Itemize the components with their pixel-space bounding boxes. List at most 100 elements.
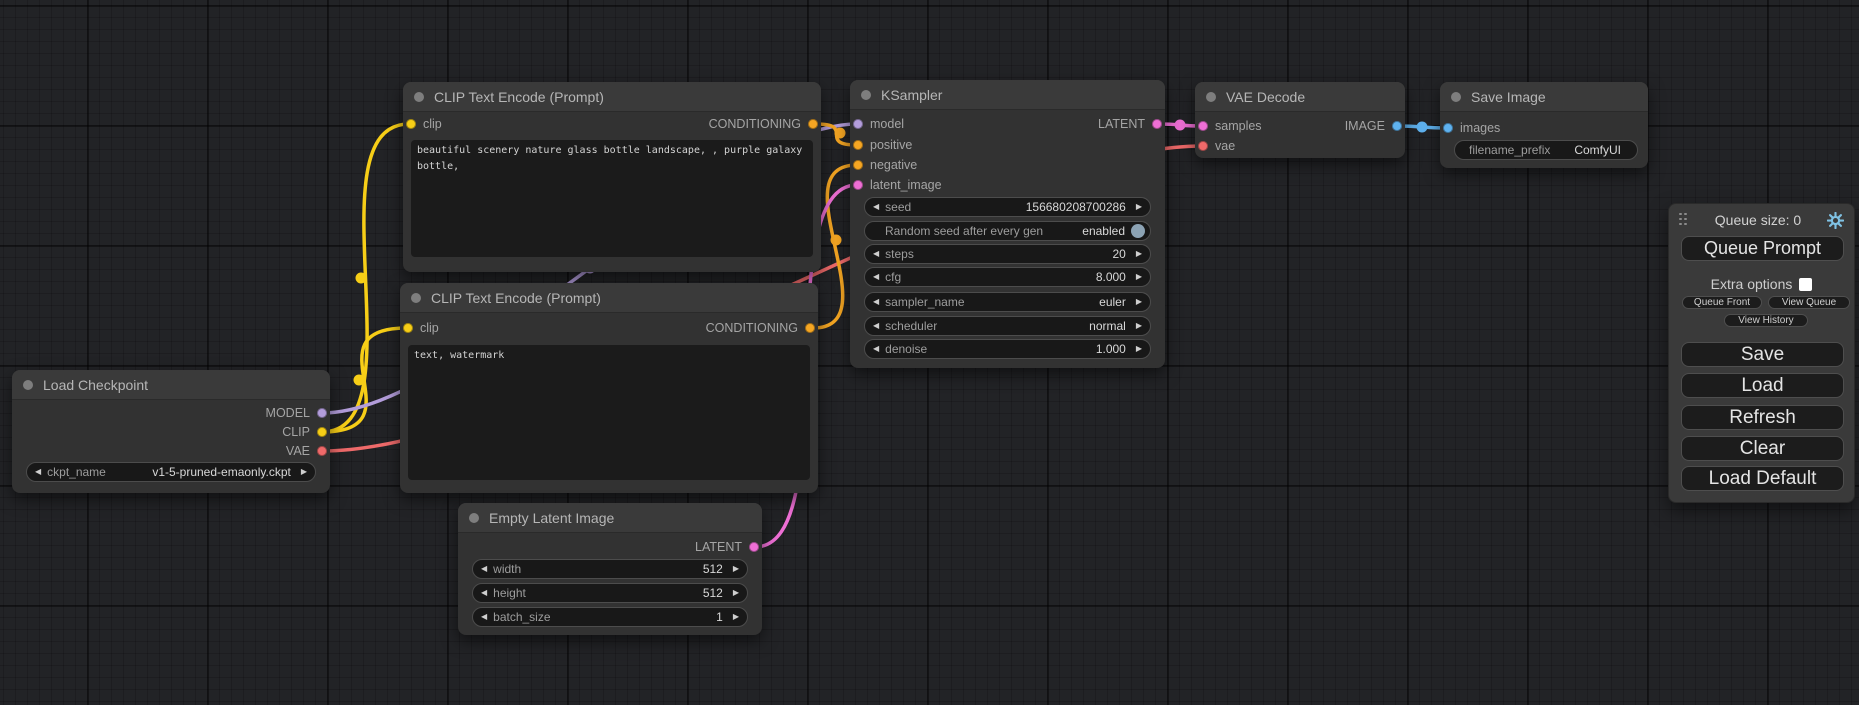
collapse-dot-icon[interactable] — [861, 90, 871, 100]
decrement-arrow-icon[interactable]: ◀ — [873, 273, 879, 281]
drag-handle-icon[interactable] — [1679, 213, 1689, 228]
cfg-widget[interactable]: ◀ cfg 8.000 ▶ — [864, 267, 1151, 287]
node-title-bar[interactable]: Load Checkpoint — [12, 370, 330, 400]
collapse-dot-icon[interactable] — [1451, 92, 1461, 102]
decrement-arrow-icon[interactable]: ◀ — [873, 250, 879, 258]
latent-port-icon[interactable] — [1152, 119, 1162, 129]
increment-arrow-icon[interactable]: ▶ — [301, 468, 307, 476]
increment-arrow-icon[interactable]: ▶ — [1136, 345, 1142, 353]
output-slot-conditioning: CONDITIONING — [706, 319, 818, 337]
decrement-arrow-icon[interactable]: ◀ — [873, 322, 879, 330]
settings-gear-icon[interactable] — [1827, 212, 1844, 229]
increment-arrow-icon[interactable]: ▶ — [733, 613, 739, 621]
decrement-arrow-icon[interactable]: ◀ — [873, 345, 879, 353]
view-queue-button[interactable]: View Queue — [1768, 296, 1850, 309]
steps-widget[interactable]: ◀ steps 20 ▶ — [864, 244, 1151, 264]
node-title-bar[interactable]: CLIP Text Encode (Prompt) — [403, 82, 821, 112]
increment-arrow-icon[interactable]: ▶ — [1136, 273, 1142, 281]
comfyui-canvas[interactable]: { "colors": { "model": "#b39ddb", "clip"… — [0, 0, 1859, 705]
widget-value: 8.000 — [1096, 270, 1126, 284]
increment-arrow-icon[interactable]: ▶ — [1136, 322, 1142, 330]
node-title: KSampler — [881, 87, 942, 103]
width-widget[interactable]: ◀ width 512 ▶ — [472, 559, 748, 579]
widget-label: denoise — [885, 342, 927, 356]
increment-arrow-icon[interactable]: ▶ — [1136, 298, 1142, 306]
widget-label: seed — [885, 200, 911, 214]
queue-menu-panel: Queue size: 0 Queue Prompt Extra options… — [1668, 203, 1855, 503]
latent-port-icon[interactable] — [853, 180, 863, 190]
increment-arrow-icon[interactable]: ▶ — [733, 565, 739, 573]
conditioning-port-icon[interactable] — [853, 140, 863, 150]
increment-arrow-icon[interactable]: ▶ — [1136, 250, 1142, 258]
clip-port-icon[interactable] — [403, 323, 413, 333]
slot-label: images — [1460, 121, 1500, 135]
decrement-arrow-icon[interactable]: ◀ — [873, 298, 879, 306]
node-title-bar[interactable]: KSampler — [850, 80, 1165, 110]
conditioning-port-icon[interactable] — [805, 323, 815, 333]
scheduler-widget[interactable]: ◀ scheduler normal ▶ — [864, 316, 1151, 336]
image-port-icon[interactable] — [1392, 121, 1402, 131]
input-slot-clip: clip — [403, 115, 442, 133]
node-title-bar[interactable]: VAE Decode — [1195, 82, 1405, 112]
increment-arrow-icon[interactable]: ▶ — [733, 589, 739, 597]
save-button[interactable]: Save — [1681, 342, 1844, 367]
clip-port-icon[interactable] — [406, 119, 416, 129]
output-slot-conditioning: CONDITIONING — [709, 115, 821, 133]
clip-port-icon[interactable] — [317, 427, 327, 437]
increment-arrow-icon[interactable]: ▶ — [1136, 203, 1142, 211]
model-port-icon[interactable] — [317, 408, 327, 418]
filename-prefix-widget[interactable]: filename_prefix ComfyUI — [1454, 140, 1638, 160]
link-midpoint-dot — [835, 128, 846, 139]
decrement-arrow-icon[interactable]: ◀ — [481, 589, 487, 597]
node-title-bar[interactable]: CLIP Text Encode (Prompt) — [400, 283, 818, 313]
widget-label: steps — [885, 247, 914, 261]
widget-label: Random seed after every gen — [885, 224, 1043, 238]
node-title: CLIP Text Encode (Prompt) — [434, 89, 604, 105]
latent-port-icon[interactable] — [1198, 121, 1208, 131]
decrement-arrow-icon[interactable]: ◀ — [873, 203, 879, 211]
decrement-arrow-icon[interactable]: ◀ — [35, 468, 41, 476]
node-title-bar[interactable]: Empty Latent Image — [458, 503, 762, 533]
extra-options-row: Extra options — [1669, 276, 1854, 292]
seed-widget[interactable]: ◀ seed 156680208700286 ▶ — [864, 197, 1151, 217]
widget-value: euler — [1099, 295, 1126, 309]
conditioning-port-icon[interactable] — [853, 160, 863, 170]
sampler-name-widget[interactable]: ◀ sampler_name euler ▶ — [864, 292, 1151, 312]
queue-prompt-button[interactable]: Queue Prompt — [1681, 236, 1844, 261]
positive-prompt-textarea[interactable]: beautiful scenery nature glass bottle la… — [411, 140, 813, 257]
node-clip-text-encode-negative: CLIP Text Encode (Prompt) clip CONDITION… — [400, 283, 818, 493]
batch-size-widget[interactable]: ◀ batch_size 1 ▶ — [472, 607, 748, 627]
model-port-icon[interactable] — [853, 119, 863, 129]
node-title-bar[interactable]: Save Image — [1440, 82, 1648, 112]
ckpt-name-widget[interactable]: ◀ ckpt_name v1-5-pruned-emaonly.ckpt ▶ — [26, 462, 316, 482]
input-slot-positive: positive — [850, 136, 912, 154]
slot-label: latent_image — [870, 178, 942, 192]
widget-label: cfg — [885, 270, 901, 284]
collapse-dot-icon[interactable] — [23, 380, 33, 390]
load-default-button[interactable]: Load Default — [1681, 466, 1844, 491]
view-history-button[interactable]: View History — [1724, 314, 1808, 327]
vae-port-icon[interactable] — [317, 446, 327, 456]
collapse-dot-icon[interactable] — [469, 513, 479, 523]
vae-port-icon[interactable] — [1198, 141, 1208, 151]
slot-label: MODEL — [266, 406, 310, 420]
decrement-arrow-icon[interactable]: ◀ — [481, 565, 487, 573]
negative-prompt-textarea[interactable]: text, watermark — [408, 345, 810, 480]
random-seed-toggle-widget[interactable]: Random seed after every gen enabled — [864, 221, 1151, 241]
denoise-widget[interactable]: ◀ denoise 1.000 ▶ — [864, 339, 1151, 359]
collapse-dot-icon[interactable] — [414, 92, 424, 102]
collapse-dot-icon[interactable] — [1206, 92, 1216, 102]
conditioning-port-icon[interactable] — [808, 119, 818, 129]
queue-front-button[interactable]: Queue Front — [1682, 296, 1762, 309]
height-widget[interactable]: ◀ height 512 ▶ — [472, 583, 748, 603]
refresh-button[interactable]: Refresh — [1681, 405, 1844, 430]
decrement-arrow-icon[interactable]: ◀ — [481, 613, 487, 621]
image-port-icon[interactable] — [1443, 123, 1453, 133]
collapse-dot-icon[interactable] — [411, 293, 421, 303]
latent-port-icon[interactable] — [749, 542, 759, 552]
load-button[interactable]: Load — [1681, 373, 1844, 398]
toggle-knob-icon[interactable] — [1131, 224, 1145, 238]
node-title: Save Image — [1471, 89, 1546, 105]
clear-button[interactable]: Clear — [1681, 436, 1844, 461]
extra-options-checkbox[interactable] — [1799, 278, 1812, 291]
